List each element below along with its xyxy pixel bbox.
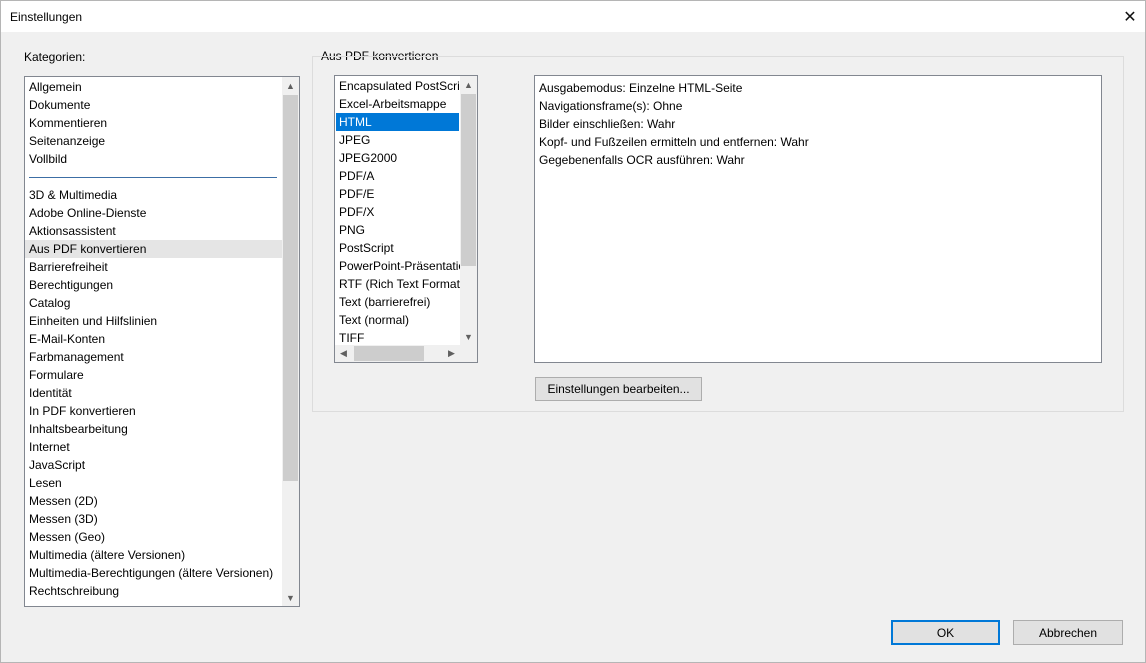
- categories-scrollbar[interactable]: ▲ ▼: [282, 77, 299, 606]
- format-item[interactable]: Encapsulated PostScript: [339, 77, 461, 95]
- category-item[interactable]: Internet: [29, 438, 70, 456]
- category-item[interactable]: Allgemein: [29, 78, 82, 96]
- category-item[interactable]: Vollbild: [29, 150, 67, 168]
- window-title: Einstellungen: [10, 10, 83, 24]
- categories-scroll-thumb[interactable]: [283, 95, 298, 481]
- format-horizontal-scrollbar[interactable]: ◀ ▶: [335, 345, 460, 362]
- format-item[interactable]: PowerPoint-Präsentation: [339, 257, 461, 275]
- scroll-down-icon[interactable]: ▼: [460, 328, 477, 345]
- category-item[interactable]: Formulare: [29, 366, 84, 384]
- category-item[interactable]: Dokumente: [29, 96, 90, 114]
- scroll-down-icon[interactable]: ▼: [282, 589, 299, 606]
- category-item[interactable]: Aus PDF konvertieren: [25, 240, 282, 258]
- format-item[interactable]: JPEG2000: [339, 149, 461, 167]
- categories-list[interactable]: Rechtschreibung Multimedia-Berechtigungen…: [24, 76, 300, 607]
- category-item[interactable]: Messen (2D): [29, 492, 98, 510]
- category-item[interactable]: Adobe Online-Dienste: [29, 204, 146, 222]
- setting-line: Bilder einschließen: Wahr: [539, 117, 676, 131]
- preferences-dialog: Einstellungen ✕ Kategorien: Rechtschreib…: [0, 0, 1146, 663]
- format-item[interactable]: Excel-Arbeitsmappe: [339, 95, 461, 113]
- format-item[interactable]: RTF (Rich Text Format): [339, 275, 461, 293]
- category-item[interactable]: Messen (3D): [29, 510, 98, 528]
- ok-button[interactable]: OK: [891, 620, 1000, 645]
- categories-label: Kategorien:: [24, 50, 86, 64]
- setting-line: Ausgabemodus: Einzelne HTML-Seite: [539, 81, 743, 95]
- title-bar: Einstellungen ✕: [1, 1, 1145, 32]
- category-item[interactable]: Inhaltsbearbeitung: [29, 420, 128, 438]
- category-item[interactable]: Barrierefreiheit: [29, 258, 108, 276]
- format-item[interactable]: HTML: [336, 113, 459, 131]
- category-item[interactable]: 3D & Multimedia: [29, 186, 117, 204]
- format-item[interactable]: PDF/X: [339, 203, 461, 221]
- category-item[interactable]: Seitenanzeige: [29, 132, 105, 150]
- category-item[interactable]: Messen (Geo): [29, 528, 105, 546]
- format-item[interactable]: Text (normal): [339, 311, 461, 329]
- category-item[interactable]: Kommentieren: [29, 114, 107, 132]
- category-item[interactable]: Lesen: [29, 474, 62, 492]
- scroll-left-icon[interactable]: ◀: [335, 345, 352, 362]
- category-item[interactable]: In PDF konvertieren: [29, 402, 136, 420]
- ok-label: OK: [936, 625, 955, 640]
- category-item[interactable]: JavaScript: [29, 456, 85, 474]
- format-item[interactable]: JPEG: [339, 131, 461, 149]
- format-settings-summary: Ausgabemodus: Einzelne HTML-Seite Navigat…: [534, 75, 1102, 363]
- category-item[interactable]: Multimedia-Berechtigungen (ältere Versio…: [29, 564, 273, 582]
- category-item[interactable]: Rechtschreibung: [29, 582, 119, 600]
- scroll-up-icon[interactable]: ▲: [460, 76, 477, 93]
- category-item[interactable]: Identität: [29, 384, 72, 402]
- category-item[interactable]: Einheiten und Hilfslinien: [29, 312, 157, 330]
- scroll-right-icon[interactable]: ▶: [443, 345, 460, 362]
- category-item[interactable]: E-Mail-Konten: [29, 330, 105, 348]
- format-item[interactable]: PDF/E: [339, 185, 461, 203]
- scrollbar-corner: [460, 345, 477, 362]
- edit-settings-button[interactable]: Einstellungen bearbeiten...: [535, 377, 702, 401]
- cancel-button[interactable]: Abbrechen: [1013, 620, 1123, 645]
- format-scroll-thumb[interactable]: [461, 94, 476, 266]
- close-button[interactable]: ✕: [1115, 1, 1145, 32]
- categories-separator: [29, 177, 277, 178]
- setting-line: Navigationsframe(s): Ohne: [539, 99, 683, 113]
- format-list[interactable]: TIFF Text (normal) Text (barrierefrei) RTF …: [334, 75, 478, 363]
- category-item[interactable]: Berechtigungen: [29, 276, 113, 294]
- format-item[interactable]: PostScript: [339, 239, 461, 257]
- setting-line: Gegebenenfalls OCR ausführen: Wahr: [539, 153, 745, 167]
- scroll-up-icon[interactable]: ▲: [282, 77, 299, 94]
- edit-settings-label: Einstellungen bearbeiten...: [547, 382, 690, 396]
- format-item[interactable]: PDF/A: [339, 167, 461, 185]
- category-item[interactable]: Catalog: [29, 294, 70, 312]
- close-icon: ✕: [1123, 8, 1137, 26]
- cancel-label: Abbrechen: [1038, 625, 1098, 640]
- format-hscroll-thumb[interactable]: [354, 346, 424, 361]
- category-item[interactable]: Farbmanagement: [29, 348, 124, 366]
- setting-line: Kopf- und Fußzeilen ermitteln und entfer…: [539, 135, 809, 149]
- category-item[interactable]: Aktionsassistent: [29, 222, 116, 240]
- format-item[interactable]: Text (barrierefrei): [339, 293, 461, 311]
- category-item[interactable]: Multimedia (ältere Versionen): [29, 546, 185, 564]
- format-vertical-scrollbar[interactable]: ▲ ▼: [460, 76, 477, 345]
- format-item[interactable]: PNG: [339, 221, 461, 239]
